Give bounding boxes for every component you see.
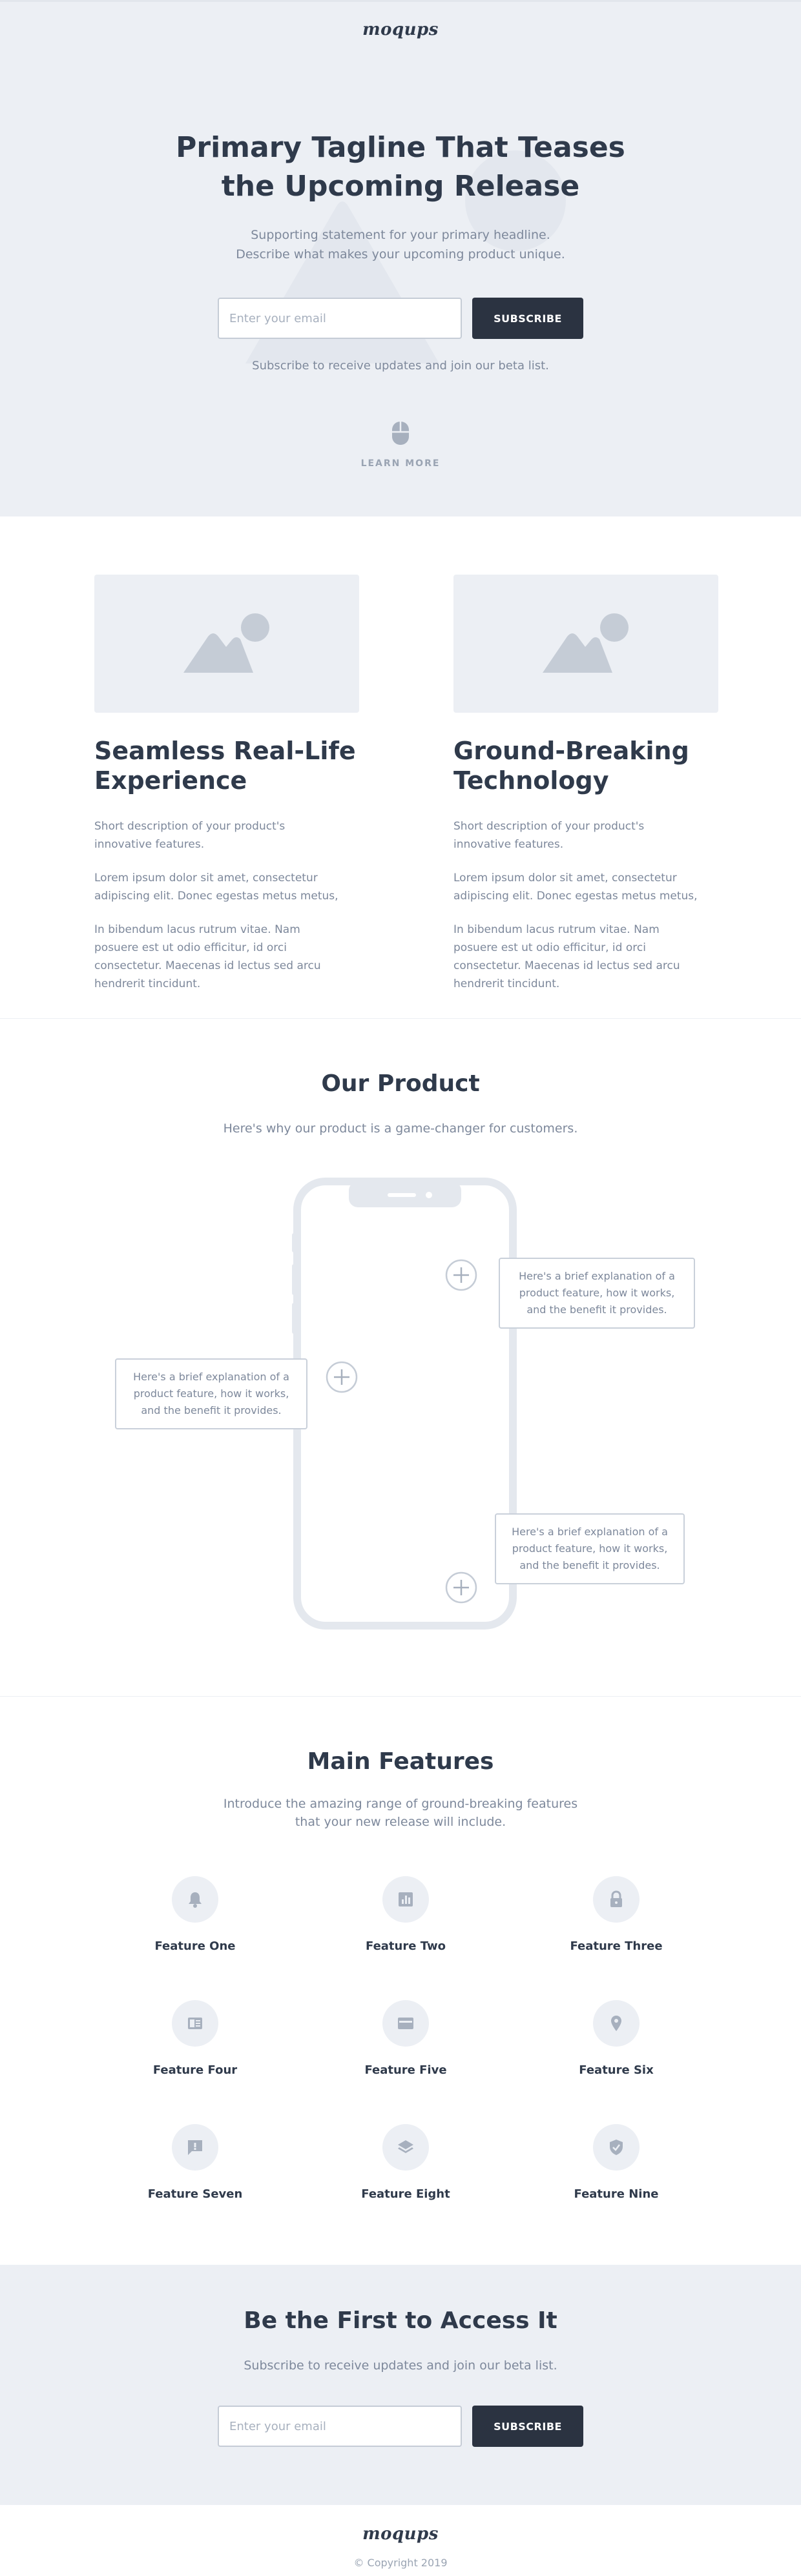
footer-logo[interactable]: moqups [0, 2524, 801, 2544]
map-pin-icon [593, 2000, 640, 2047]
feature-callout: Here's a brief explanation of a product … [115, 1358, 307, 1429]
newspaper-icon [172, 2000, 218, 2047]
hero-subtitle: Supporting statement for your primary he… [0, 225, 801, 264]
copyright: © Copyright 2019 [353, 2557, 448, 2569]
column-text: Short description of your product's inno… [94, 817, 340, 993]
feature-label: Feature Four [152, 2063, 238, 2077]
hero-subtitle-line1: Supporting statement for your primary he… [251, 228, 550, 242]
hero-email-input[interactable] [218, 298, 462, 339]
logo[interactable]: moqups [0, 20, 801, 39]
credit-card-icon [382, 2000, 429, 2047]
lock-icon [593, 1876, 640, 1923]
cta-subscribe-button[interactable]: SUBSCRIBE [472, 2406, 583, 2447]
cta-subtitle: Subscribe to receive updates and join ou… [244, 2358, 557, 2373]
hero-subscribe-form: SUBSCRIBE [0, 298, 801, 339]
feature-label: Feature Seven [147, 2187, 243, 2201]
column-paragraph: In bibendum lacus rutrum vitae. Nam posu… [94, 923, 321, 990]
feature-label: Feature Nine [574, 2187, 659, 2201]
feature-label: Feature Six [579, 2063, 654, 2077]
feature-label: Feature Three [570, 1939, 663, 1953]
alert-message-icon [172, 2124, 218, 2171]
feature-item: Feature Seven [111, 2124, 279, 2201]
feature-item: Feature Six [532, 2000, 700, 2077]
column-paragraph: In bibendum lacus rutrum vitae. Nam posu… [453, 923, 680, 990]
feature-item: Feature Two [322, 1876, 490, 1953]
image-placeholder [94, 575, 359, 713]
intro-columns-section: Seamless Real-Life Experience Short desc… [0, 516, 801, 1019]
feature-item: Feature Eight [322, 2124, 490, 2201]
column-title-line2: Technology [453, 766, 609, 795]
feature-label: Feature Five [364, 2063, 447, 2077]
feature-callout: Here's a brief explanation of a product … [495, 1513, 685, 1584]
column-title-line2: Experience [94, 766, 247, 795]
column-title-line1: Seamless Real-Life [94, 737, 356, 765]
column-title: Ground-Breaking Technology [453, 736, 718, 795]
features-section: Main Features Introduce the amazing rang… [0, 1697, 801, 2265]
feature-callout: Here's a brief explanation of a product … [499, 1258, 695, 1329]
layers-icon [382, 2124, 429, 2171]
features-subtitle-line1: Introduce the amazing range of ground-br… [223, 1797, 578, 1811]
product-section: Our Product Here's why our product is a … [0, 1019, 801, 1697]
hero-subscribe-button[interactable]: SUBSCRIBE [472, 298, 583, 339]
hero-title-line1: Primary Tagline That Teases [176, 131, 625, 164]
feature-label: Feature One [154, 1939, 236, 1953]
hero-subtitle-line2: Describe what makes your upcoming produc… [236, 247, 565, 261]
hero-note: Subscribe to receive updates and join ou… [252, 359, 549, 373]
feature-item: Feature One [111, 1876, 279, 1953]
cta-section: Be the First to Access It Subscribe to r… [0, 2265, 801, 2505]
feature-label: Feature Eight [361, 2187, 450, 2201]
image-icon [183, 613, 269, 673]
features-title: Main Features [307, 1748, 494, 1775]
learn-more-link[interactable]: LEARN MORE [0, 458, 801, 469]
shield-check-icon [593, 2124, 640, 2171]
bell-icon [172, 1876, 218, 1923]
column-right: Ground-Breaking Technology Short descrip… [453, 575, 718, 1008]
footer: moqups © Copyright 2019 [0, 2505, 801, 2576]
feature-item: Feature Five [322, 2000, 490, 2077]
column-title: Seamless Real-Life Experience [94, 736, 359, 795]
feature-item: Feature Four [111, 2000, 279, 2077]
features-subtitle: Introduce the amazing range of ground-br… [0, 1795, 801, 1831]
column-title-line1: Ground-Breaking [453, 737, 689, 765]
column-text: Short description of your product's inno… [453, 817, 699, 993]
cta-subscribe-form: SUBSCRIBE [0, 2406, 801, 2447]
bar-chart-icon [382, 1876, 429, 1923]
column-paragraph: Short description of your product's inno… [453, 820, 645, 851]
mouse-icon[interactable] [390, 420, 411, 446]
feature-item: Feature Three [532, 1876, 700, 1953]
feature-label: Feature Two [366, 1939, 446, 1953]
hero-title-line2: the Upcoming Release [221, 170, 580, 203]
image-placeholder [453, 575, 718, 713]
column-paragraph: Lorem ipsum dolor sit amet, consectetur … [453, 872, 698, 903]
cta-email-input[interactable] [218, 2406, 462, 2447]
hero-section: moqups Primary Tagline That Teases the U… [0, 0, 801, 516]
phone-illustration [292, 1178, 518, 1630]
column-left: Seamless Real-Life Experience Short desc… [94, 575, 359, 1008]
column-paragraph: Lorem ipsum dolor sit amet, consectetur … [94, 872, 338, 903]
image-icon [543, 613, 629, 673]
feature-item: Feature Nine [532, 2124, 700, 2201]
cta-title: Be the First to Access It [244, 2307, 557, 2334]
features-subtitle-line2: that your new release will include. [295, 1815, 506, 1829]
hero-title: Primary Tagline That Teases the Upcoming… [0, 128, 801, 206]
column-paragraph: Short description of your product's inno… [94, 820, 286, 851]
